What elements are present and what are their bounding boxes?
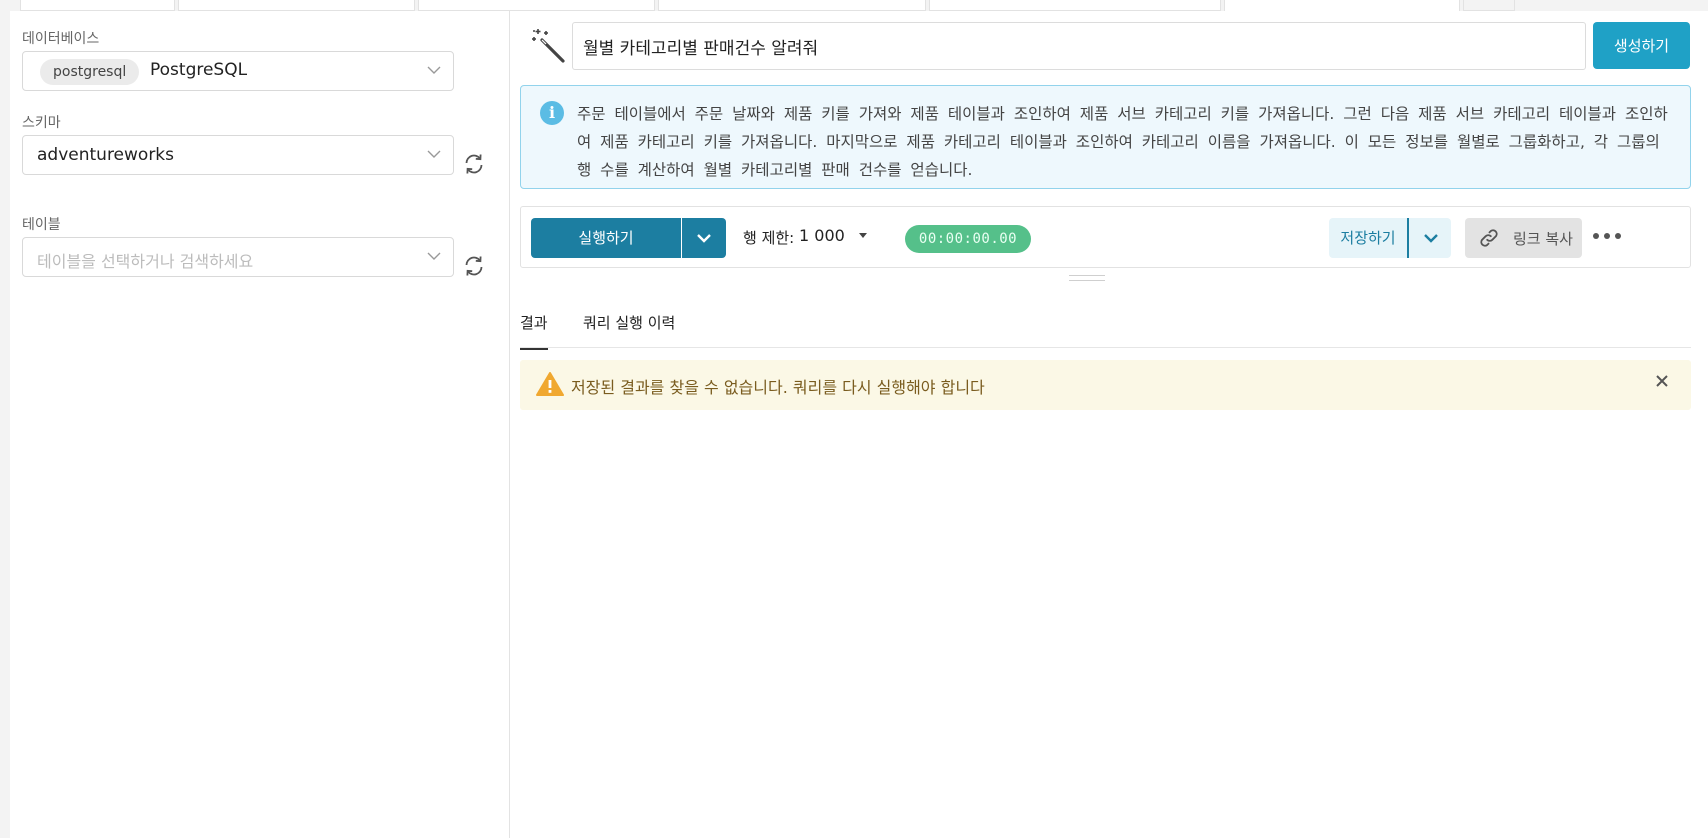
top-tab-strip bbox=[10, 0, 1708, 11]
warning-banner: 저장된 결과를 찾을 수 없습니다. 쿼리를 다시 실행해야 합니다 bbox=[520, 360, 1691, 410]
chevron-down-icon bbox=[427, 150, 441, 158]
table-label: 테이블 bbox=[22, 217, 61, 233]
row-limit-value[interactable]: 1 000 bbox=[799, 226, 845, 245]
chevron-down-icon bbox=[697, 234, 711, 243]
top-tab-active[interactable] bbox=[1224, 0, 1460, 11]
database-name: PostgreSQL bbox=[150, 60, 248, 80]
save-button[interactable]: 저장하기 bbox=[1329, 218, 1409, 258]
refresh-schema-icon[interactable] bbox=[462, 152, 486, 176]
run-button[interactable]: 실행하기 bbox=[531, 218, 681, 258]
result-tabs: 결과 쿼리 실행 이력 bbox=[520, 294, 1691, 350]
row-limit-caret-icon[interactable] bbox=[859, 233, 867, 238]
query-explanation-box: i 주문 테이블에서 주문 날짜와 제품 키를 가져와 제품 테이블과 조인하여… bbox=[520, 85, 1691, 189]
query-toolbar: 실행하기 행 제한: 1 000 00:00:00.00 저장하기 링크 복사 bbox=[520, 206, 1691, 268]
table-placeholder: 테이블을 선택하거나 검색하세요 bbox=[37, 252, 254, 271]
save-options-dropdown[interactable] bbox=[1409, 218, 1451, 258]
top-tab[interactable] bbox=[418, 0, 655, 11]
more-options-icon[interactable] bbox=[1593, 233, 1623, 243]
chevron-down-icon bbox=[427, 252, 441, 260]
tab-results[interactable]: 결과 bbox=[520, 312, 548, 350]
left-gutter bbox=[0, 0, 10, 838]
run-options-dropdown[interactable] bbox=[682, 218, 726, 258]
database-type-badge: postgresql bbox=[40, 59, 140, 85]
top-tab[interactable] bbox=[178, 0, 415, 11]
database-select[interactable]: postgresql PostgreSQL bbox=[22, 51, 454, 91]
warning-icon bbox=[536, 372, 564, 396]
query-explanation-text: 주문 테이블에서 주문 날짜와 제품 키를 가져와 제품 테이블과 조인하여 제… bbox=[577, 105, 1668, 179]
top-tab-add[interactable] bbox=[1463, 0, 1515, 11]
execution-timer: 00:00:00.00 bbox=[905, 225, 1031, 253]
prompt-input[interactable] bbox=[572, 22, 1586, 70]
generate-button[interactable]: 생성하기 bbox=[1593, 22, 1690, 69]
top-tab[interactable] bbox=[20, 0, 175, 11]
link-icon bbox=[1480, 229, 1498, 247]
sidebar: 데이터베이스 postgresql PostgreSQL 스키마 adventu… bbox=[10, 11, 510, 838]
row-limit-label: 행 제한: bbox=[743, 229, 795, 247]
database-label: 데이터베이스 bbox=[22, 31, 100, 47]
magic-wand-icon bbox=[532, 29, 565, 63]
info-icon: i bbox=[540, 101, 564, 125]
schema-value: adventureworks bbox=[37, 145, 175, 165]
warning-text: 저장된 결과를 찾을 수 없습니다. 쿼리를 다시 실행해야 합니다 bbox=[571, 378, 985, 397]
top-tab[interactable] bbox=[658, 0, 926, 11]
main-panel: 생성하기 i 주문 테이블에서 주문 날짜와 제품 키를 가져와 제품 테이블과… bbox=[510, 11, 1708, 838]
resize-handle[interactable] bbox=[1069, 275, 1105, 281]
refresh-tables-icon[interactable] bbox=[462, 254, 486, 278]
close-icon[interactable] bbox=[1655, 374, 1669, 388]
copy-link-button[interactable]: 링크 복사 bbox=[1465, 218, 1582, 258]
tab-query-history[interactable]: 쿼리 실행 이력 bbox=[583, 312, 675, 333]
app-root: 데이터베이스 postgresql PostgreSQL 스키마 adventu… bbox=[0, 0, 1708, 838]
schema-select[interactable]: adventureworks bbox=[22, 135, 454, 175]
top-tab[interactable] bbox=[929, 0, 1221, 11]
table-select[interactable]: 테이블을 선택하거나 검색하세요 bbox=[22, 237, 454, 277]
schema-label: 스키마 bbox=[22, 115, 61, 131]
chevron-down-icon bbox=[1424, 234, 1438, 243]
chevron-down-icon bbox=[427, 66, 441, 74]
copy-link-label: 링크 복사 bbox=[1513, 230, 1573, 248]
